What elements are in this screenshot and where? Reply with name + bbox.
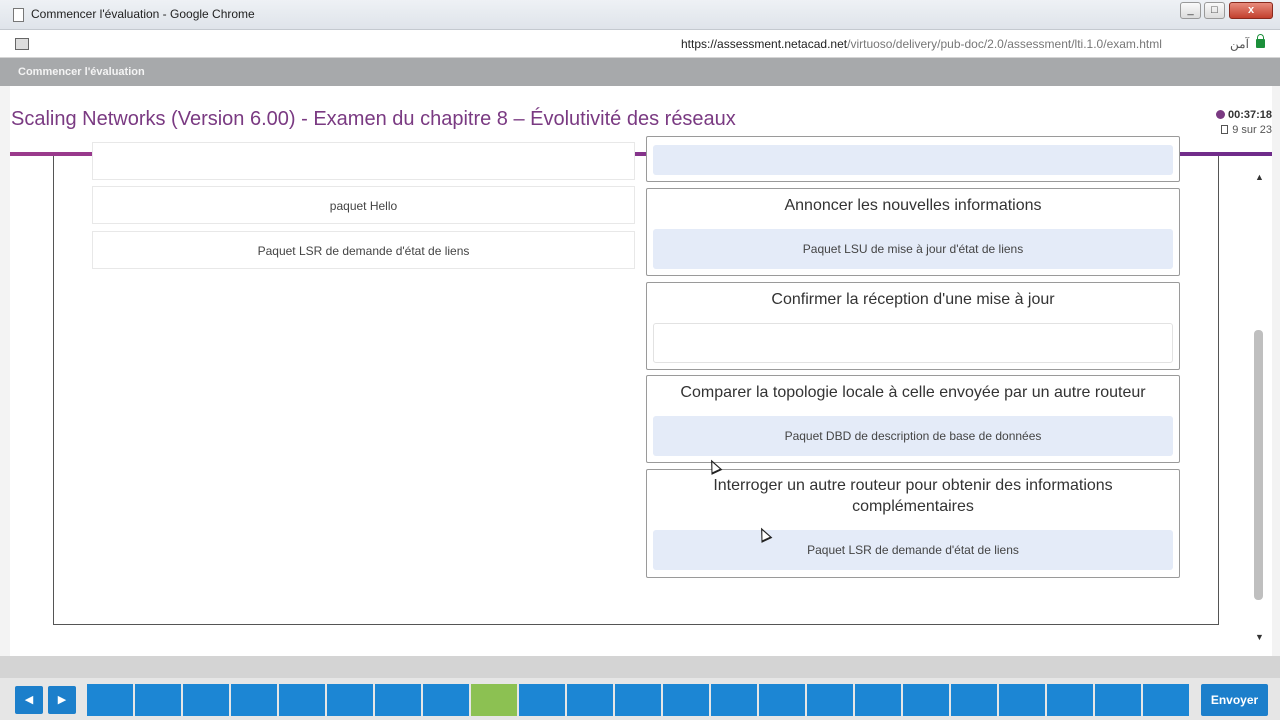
footer-strip [0, 656, 1280, 678]
document-icon [1221, 125, 1229, 134]
app-title: Commencer l'évaluation [18, 66, 145, 78]
address-bar[interactable]: https://assessment.netacad.net/virtuoso/… [0, 30, 1280, 58]
drop-target-box: Confirmer la réception d'une mise à jour [646, 282, 1180, 370]
question-nav-button[interactable] [183, 684, 229, 716]
drag-source-item[interactable] [92, 142, 635, 180]
question-nav-button[interactable] [135, 684, 181, 716]
exam-title: Scaling Networks (Version 6.00) - Examen… [11, 108, 736, 130]
secure-label[interactable]: آمن [1230, 37, 1249, 51]
question-nav-button[interactable] [471, 684, 517, 716]
clock-icon [1215, 110, 1225, 119]
timer-value: 00:37:18 [1227, 109, 1272, 121]
question-nav-button[interactable] [279, 684, 325, 716]
close-button[interactable]: x [1229, 2, 1273, 19]
lock-icon[interactable] [1256, 34, 1265, 48]
progress-value: 9 sur 23 [1232, 124, 1272, 136]
question-nav-button[interactable] [951, 684, 997, 716]
submit-button[interactable]: Envoyer [1201, 684, 1268, 716]
drag-source-item[interactable]: paquet Hello [92, 186, 635, 224]
drag-source-item[interactable]: Paquet LSR de demande d'état de liens [92, 231, 635, 269]
question-content: paquet Hello Paquet LSR de demande d'éta… [10, 136, 1272, 656]
question-nav-button[interactable] [807, 684, 853, 716]
app-header: Commencer l'évaluation [0, 58, 1280, 86]
question-nav-button[interactable] [375, 684, 421, 716]
question-nav-button[interactable] [1095, 684, 1141, 716]
url-host: https://assessment.netacad.net [681, 37, 848, 51]
answer-slot[interactable] [653, 323, 1173, 363]
answer-slot[interactable]: Paquet DBD de description de base de don… [653, 416, 1173, 456]
question-nav-button[interactable] [663, 684, 709, 716]
question-nav-button[interactable] [711, 684, 757, 716]
question-progress: 9 sur 23 [1221, 124, 1272, 136]
answer-slot[interactable]: Paquet LSR de demande d'état de liens [653, 530, 1173, 570]
question-navigation: ◀ ▶ Envoyer [0, 678, 1280, 720]
maximize-button[interactable]: □ [1204, 2, 1225, 19]
question-nav-button[interactable] [903, 684, 949, 716]
window-title: Commencer l'évaluation - Google Chrome [31, 7, 255, 21]
drop-target-box [646, 136, 1180, 182]
question-nav-button[interactable] [855, 684, 901, 716]
question-nav-button[interactable] [327, 684, 373, 716]
minimize-button[interactable]: _ [1180, 2, 1201, 19]
target-description: Annoncer les nouvelles informations [784, 197, 1042, 214]
content-scrollbar[interactable]: ▲ ▼ [1252, 172, 1266, 650]
scroll-down-arrow-icon[interactable]: ▼ [1255, 632, 1264, 642]
question-nav-button[interactable] [1143, 684, 1189, 716]
scroll-thumb[interactable] [1254, 330, 1263, 600]
question-nav-button[interactable] [519, 684, 565, 716]
answer-slot[interactable]: Paquet LSU de mise à jour d'état de lien… [653, 229, 1173, 269]
previous-question-button[interactable]: ◀ [15, 686, 43, 714]
question-nav-button[interactable] [615, 684, 661, 716]
target-description: Comparer la topologie locale à celle env… [680, 384, 1146, 401]
drop-target-box: Comparer la topologie locale à celle env… [646, 375, 1180, 463]
question-nav-button[interactable] [87, 684, 133, 716]
scroll-up-arrow-icon[interactable]: ▲ [1255, 172, 1264, 182]
url-path: /virtuoso/delivery/pub-doc/2.0/assessmen… [847, 37, 1162, 51]
answer-slot[interactable] [653, 145, 1173, 175]
browser-window: Commencer l'évaluation - Google Chrome _… [0, 0, 1280, 720]
target-description: Confirmer la réception d'une mise à jour [771, 291, 1055, 308]
site-info-icon[interactable] [15, 38, 29, 50]
question-nav-button[interactable] [999, 684, 1045, 716]
question-nav-button[interactable] [231, 684, 277, 716]
exam-timer: 00:37:18 [1215, 109, 1272, 121]
drop-target-box: Interroger un autre routeur pour obtenir… [646, 469, 1180, 578]
question-nav-button[interactable] [423, 684, 469, 716]
target-description: Interroger un autre routeur pour obtenir… [713, 477, 1113, 515]
question-nav-button[interactable] [1047, 684, 1093, 716]
drop-target-box: Annoncer les nouvelles informations Paqu… [646, 188, 1180, 276]
url-text[interactable]: https://assessment.netacad.net/virtuoso/… [681, 37, 1162, 51]
window-titlebar: Commencer l'évaluation - Google Chrome _… [0, 0, 1280, 30]
question-nav-button[interactable] [567, 684, 613, 716]
page-icon [13, 8, 24, 22]
next-question-button[interactable]: ▶ [48, 686, 76, 714]
question-nav-button[interactable] [759, 684, 805, 716]
